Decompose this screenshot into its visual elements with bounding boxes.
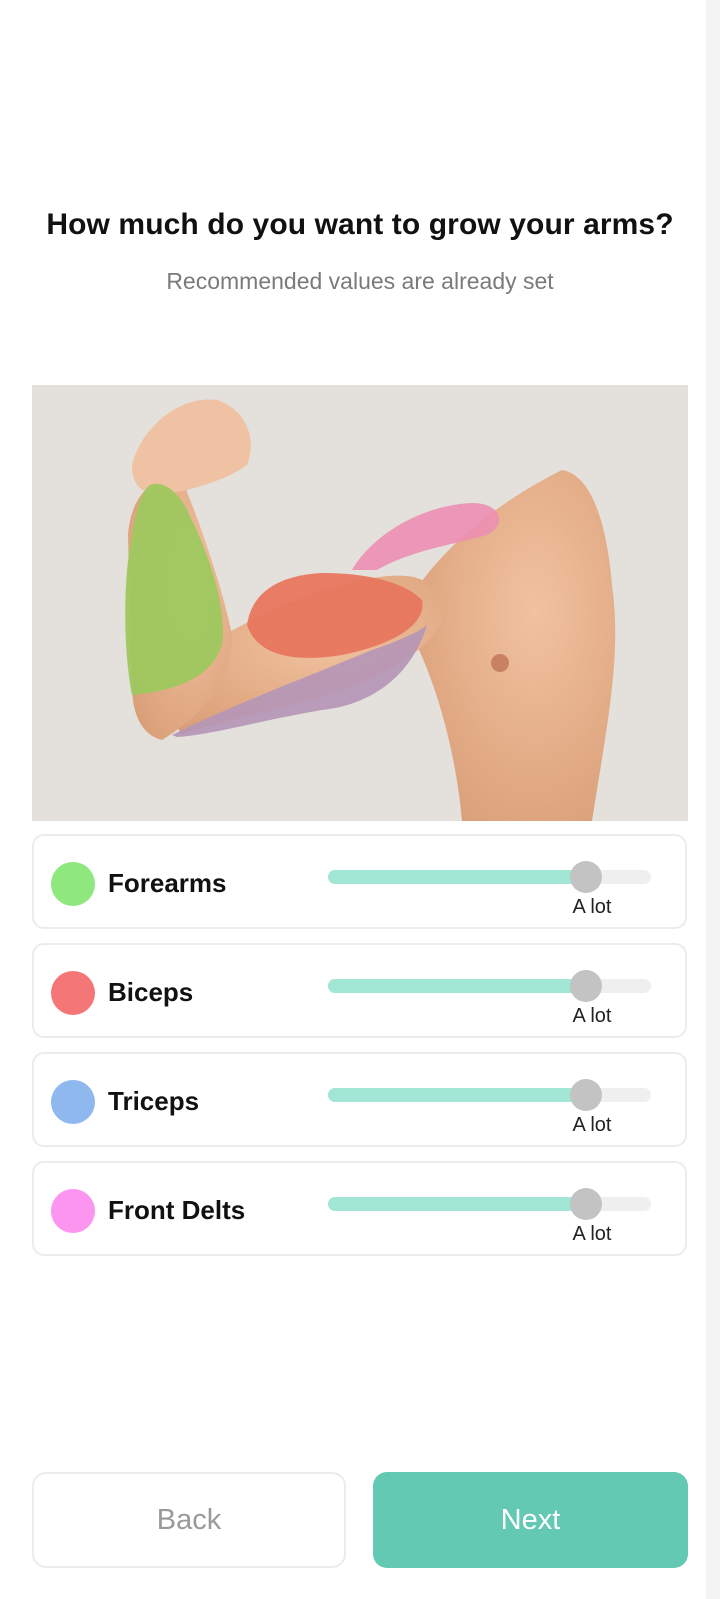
slider-fill — [328, 1088, 587, 1102]
next-button[interactable]: Next — [373, 1472, 688, 1568]
slider-thumb[interactable] — [570, 970, 603, 1002]
triceps-slider[interactable] — [328, 1079, 651, 1111]
muscle-label: Front Delts — [108, 1195, 246, 1225]
muscle-row-front-delts: Front Delts A lot — [32, 1161, 687, 1256]
page-title: How much do you want to grow your arms? — [46, 208, 674, 241]
slider-thumb[interactable] — [570, 861, 603, 893]
page-subtitle: Recommended values are already set — [166, 268, 554, 294]
slider-fill — [328, 870, 587, 884]
muscle-label: Forearms — [108, 868, 227, 898]
forearms-color-dot — [51, 862, 95, 906]
forearms-slider[interactable] — [328, 861, 651, 893]
chest-detail — [491, 654, 509, 672]
biceps-color-dot — [51, 971, 95, 1015]
biceps-slider[interactable] — [328, 970, 651, 1002]
muscle-label: Biceps — [108, 977, 194, 1007]
triceps-color-dot — [51, 1080, 95, 1124]
slider-value-label: A lot — [572, 1114, 612, 1136]
front-delts-color-dot — [51, 1189, 95, 1233]
slider-value-label: A lot — [572, 1005, 612, 1027]
slider-thumb[interactable] — [570, 1188, 603, 1220]
slider-value-label: A lot — [572, 896, 612, 918]
muscle-row-biceps: Biceps A lot — [32, 943, 687, 1038]
muscle-row-forearms: Forearms A lot — [32, 834, 687, 929]
arm-muscle-illustration — [32, 385, 688, 821]
slider-thumb[interactable] — [570, 1079, 603, 1111]
front-delts-slider[interactable] — [328, 1188, 651, 1220]
slider-fill — [328, 1197, 587, 1211]
muscle-label: Triceps — [108, 1086, 200, 1116]
slider-fill — [328, 979, 587, 993]
slider-value-label: A lot — [572, 1223, 612, 1245]
back-button[interactable]: Back — [32, 1472, 346, 1568]
muscle-row-triceps: Triceps A lot — [32, 1052, 687, 1147]
